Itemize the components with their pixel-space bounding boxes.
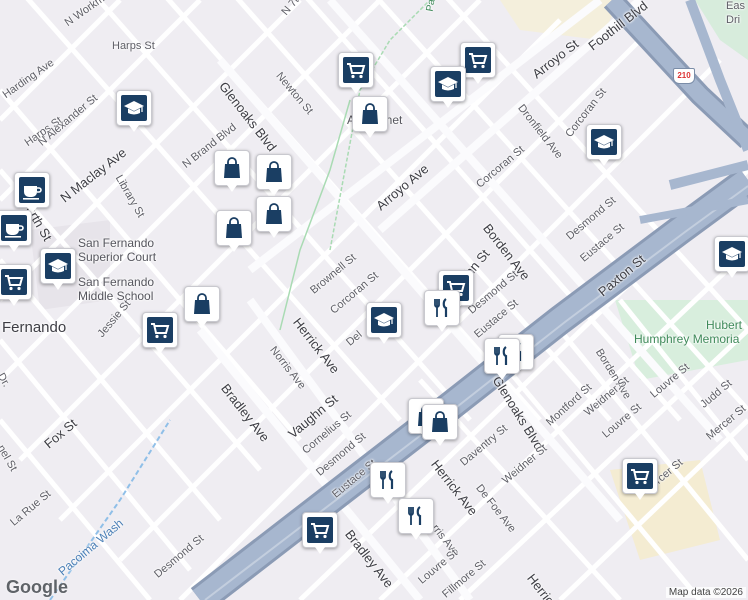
store-pin[interactable] [256, 196, 292, 238]
school-pin[interactable] [714, 236, 748, 278]
school-pin[interactable] [116, 90, 152, 132]
grocery-pin[interactable] [622, 458, 658, 500]
store-pin[interactable] [184, 286, 220, 328]
store-pin[interactable] [256, 154, 292, 196]
google-logo: Google [6, 577, 68, 597]
highway-shield-icon: 210 [673, 68, 695, 84]
grocery-pin[interactable] [302, 512, 338, 554]
grocery-pin[interactable] [338, 52, 374, 94]
store-pin[interactable] [216, 210, 252, 252]
cafe-pin[interactable] [14, 172, 50, 214]
map-attribution[interactable]: Map data ©2026 [665, 587, 746, 598]
grocery-pin[interactable] [0, 264, 32, 306]
restaurant-pin[interactable] [424, 290, 460, 332]
grocery-pin[interactable] [142, 312, 178, 354]
store-pin[interactable] [422, 404, 458, 446]
cafe-pin[interactable] [0, 210, 32, 252]
restaurant-pin[interactable] [398, 498, 434, 540]
school-pin[interactable] [586, 124, 622, 166]
school-pin[interactable] [366, 302, 402, 344]
street-layer [0, 0, 748, 600]
store-pin[interactable] [214, 150, 250, 192]
restaurant-pin[interactable] [484, 338, 520, 380]
map-canvas[interactable]: 210 N Workm Harps St Harding Ave Harps S… [0, 0, 748, 600]
store-pin[interactable] [352, 96, 388, 138]
school-pin[interactable] [40, 248, 76, 290]
restaurant-pin[interactable] [370, 462, 406, 504]
school-pin[interactable] [430, 66, 466, 108]
